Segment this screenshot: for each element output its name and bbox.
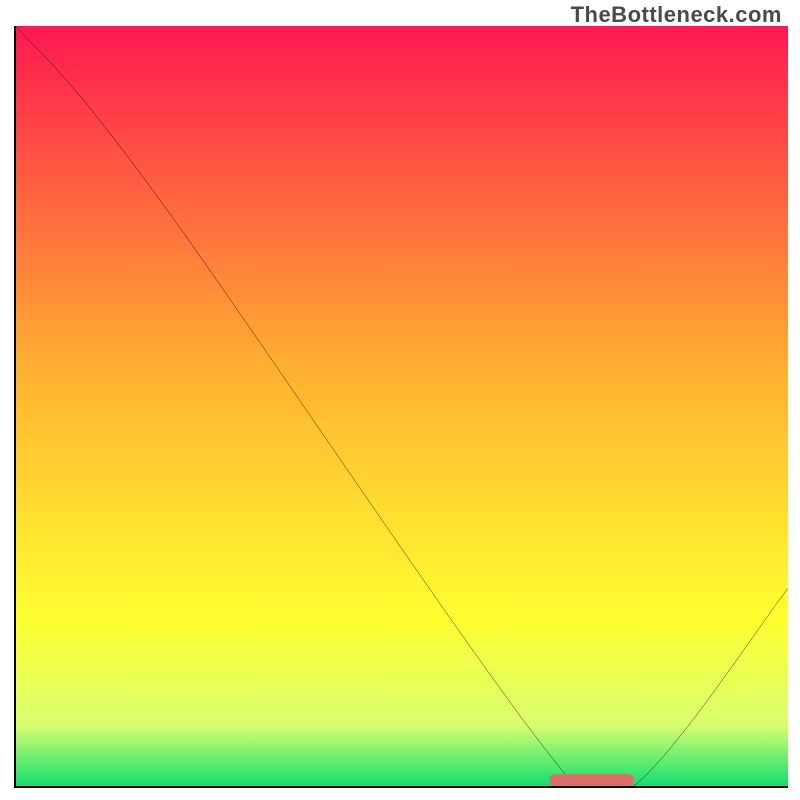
- chart-plot-area: [14, 26, 788, 788]
- chart-background-gradient: [16, 26, 788, 786]
- branding-watermark: TheBottleneck.com: [571, 2, 782, 28]
